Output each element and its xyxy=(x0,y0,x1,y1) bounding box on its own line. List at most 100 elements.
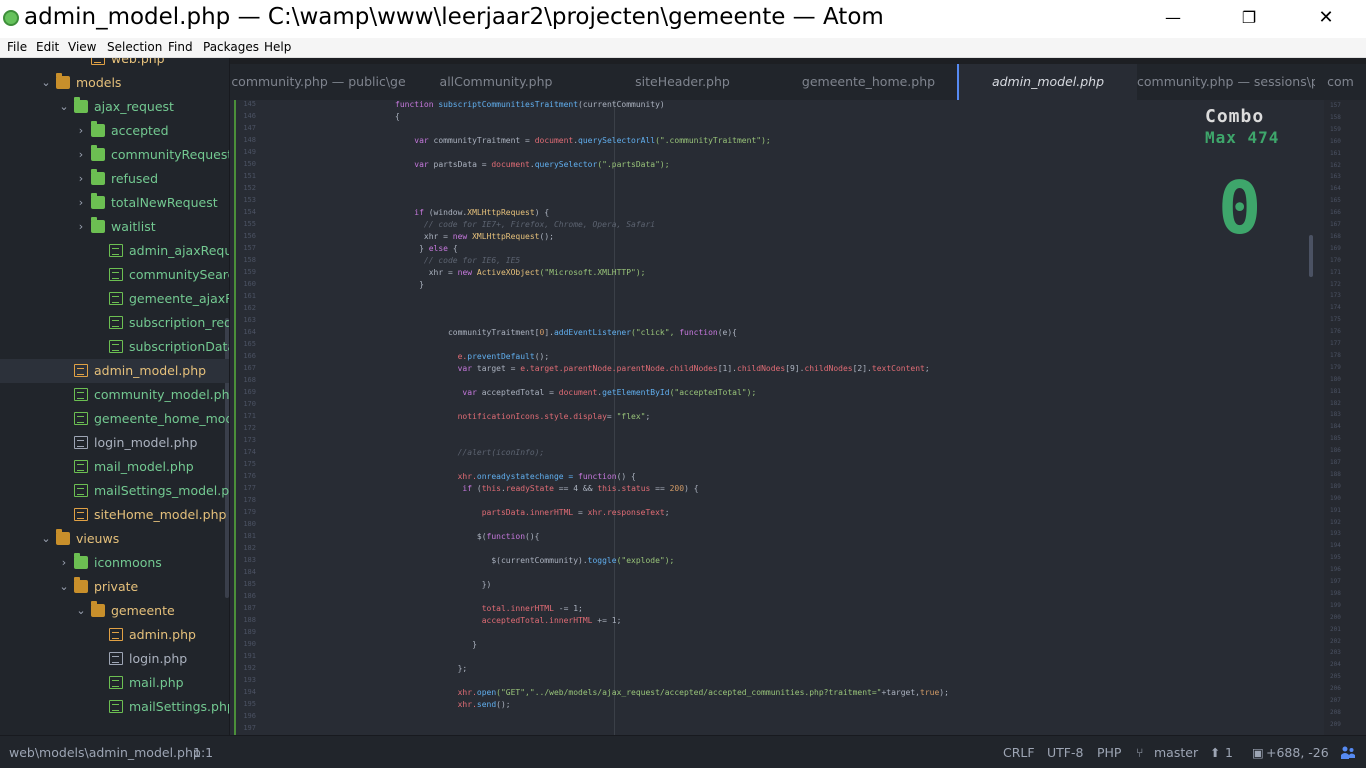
tree-file[interactable]: login_model.php xyxy=(0,431,229,455)
tree-file[interactable]: communitySearch.ph xyxy=(0,263,229,287)
tree-file[interactable]: admin.php xyxy=(0,623,229,647)
tree-file[interactable]: admin_model.php xyxy=(0,359,229,383)
cursor-position[interactable]: 1:1 xyxy=(193,745,213,760)
tree-file[interactable]: mailSettings_model.php xyxy=(0,479,229,503)
line-ending[interactable]: CRLF xyxy=(1003,745,1035,760)
chevron-right-icon[interactable]: › xyxy=(58,551,70,575)
tree-file[interactable]: gemeente_ajaxReque xyxy=(0,287,229,311)
grammar[interactable]: PHP xyxy=(1097,745,1121,760)
editor-tab[interactable]: allCommunity.php xyxy=(407,64,585,100)
line-number: 196 xyxy=(243,712,256,720)
tree-file[interactable]: gemeente_home_model. xyxy=(0,407,229,431)
code-token: ("acceptedTotal"); xyxy=(669,388,757,397)
diff-stats[interactable]: +688, -26 xyxy=(1266,745,1329,760)
editor-tab[interactable]: com xyxy=(1315,64,1366,100)
code-line[interactable]: e.preventDefault(); xyxy=(395,352,550,361)
tree-file[interactable]: web.php xyxy=(0,58,229,71)
chevron-down-icon[interactable]: ⌄ xyxy=(58,95,70,119)
push-count[interactable]: 1 xyxy=(1225,745,1233,760)
chevron-down-icon[interactable]: ⌄ xyxy=(58,575,70,599)
tree-folder[interactable]: › communityRequest xyxy=(0,143,229,167)
menu-view[interactable]: View xyxy=(68,40,96,54)
minimap[interactable]: 157 158 159 160 161 162 163 164 165 166 167 168 169 1… xyxy=(1324,100,1366,735)
chevron-down-icon[interactable]: ⌄ xyxy=(75,599,87,623)
code-line[interactable]: $(currentCommunity).toggle("explode"); xyxy=(395,556,674,565)
editor-tab[interactable]: gemeente_home.php xyxy=(780,64,957,100)
editor-tab[interactable]: admin_model.php xyxy=(957,64,1137,100)
code-line[interactable]: var partsData = document.querySelector("… xyxy=(395,160,669,169)
maximize-button[interactable]: ❐ xyxy=(1226,0,1272,36)
tree-folder[interactable]: › waitlist xyxy=(0,215,229,239)
menu-packages[interactable]: Packages xyxy=(203,40,259,54)
code-line[interactable]: xhr.onreadystatechange = function() { xyxy=(395,472,636,481)
code-line[interactable]: communityTraitment[0].addEventListener("… xyxy=(395,328,737,337)
minimize-button[interactable]: — xyxy=(1150,0,1196,36)
chevron-down-icon[interactable]: ⌄ xyxy=(40,71,52,95)
tree-folder[interactable]: ⌄ vieuws xyxy=(0,527,229,551)
code-line[interactable]: }; xyxy=(395,664,468,673)
code-line[interactable]: //alert(iconInfo); xyxy=(395,448,545,457)
tree-folder[interactable]: › iconmoons xyxy=(0,551,229,575)
tree-file[interactable]: admin_ajaxRequest.js xyxy=(0,239,229,263)
tree-file[interactable]: login.php xyxy=(0,647,229,671)
menu-help[interactable]: Help xyxy=(264,40,291,54)
close-button[interactable]: ✕ xyxy=(1303,0,1349,36)
git-branch[interactable]: master xyxy=(1154,745,1198,760)
tree-item-label: subscriptionData.php xyxy=(129,339,229,354)
code-line[interactable]: notificationIcons.style.display= "flex"; xyxy=(395,412,651,421)
code-line[interactable]: acceptedTotal.innerHTML += 1; xyxy=(395,616,622,625)
menu-selection[interactable]: Selection xyxy=(107,40,162,54)
chevron-right-icon[interactable]: › xyxy=(75,191,87,215)
code-line[interactable]: } xyxy=(395,640,477,649)
code-line[interactable]: xhr.send(); xyxy=(395,700,511,709)
tree-file[interactable]: mailSettings.php xyxy=(0,695,229,719)
tree-folder[interactable]: › refused xyxy=(0,167,229,191)
code-line[interactable]: // code for IE7+, Firefox, Chrome, Opera… xyxy=(395,220,655,229)
tree-file[interactable]: siteHome_model.php xyxy=(0,503,229,527)
editor-tab[interactable]: community.php — public\ge xyxy=(230,64,407,100)
chevron-right-icon[interactable]: › xyxy=(75,215,87,239)
code-line[interactable]: // code for IE6, IE5 xyxy=(395,256,520,265)
tree-folder[interactable]: ⌄ gemeente xyxy=(0,599,229,623)
chevron-right-icon[interactable]: › xyxy=(75,143,87,167)
tree-folder[interactable]: › accepted xyxy=(0,119,229,143)
code-line[interactable]: partsData.innerHTML = xhr.responseText; xyxy=(395,508,670,517)
code-line[interactable]: var communityTraitment = document.queryS… xyxy=(395,136,770,145)
tree-file[interactable]: mail_model.php xyxy=(0,455,229,479)
code-line[interactable]: total.innerHTML -= 1; xyxy=(395,604,583,613)
code-line[interactable]: function subscriptCommunitiesTraitment(c… xyxy=(395,100,665,109)
chevron-right-icon[interactable]: › xyxy=(75,119,87,143)
file-path[interactable]: web\models\admin_model.php xyxy=(9,745,201,760)
file-encoding[interactable]: UTF-8 xyxy=(1047,745,1083,760)
tree-file[interactable]: subscriptionData.php xyxy=(0,335,229,359)
code-line[interactable]: } else { xyxy=(395,244,458,253)
menu-file[interactable]: File xyxy=(7,40,27,54)
tree-file[interactable]: community_model.php xyxy=(0,383,229,407)
tree-folder[interactable]: ⌄ models xyxy=(0,71,229,95)
code-line[interactable]: var acceptedTotal = document.getElementB… xyxy=(395,388,756,397)
tree-folder[interactable]: ⌄ ajax_request xyxy=(0,95,229,119)
code-line[interactable]: xhr.open("GET","../web/models/ajax_reque… xyxy=(395,688,949,697)
code-editor[interactable]: 145 146 147 148 149 150 151 152 153 154 155 156 157 1… xyxy=(230,100,1324,735)
editor-tab[interactable]: community.php — sessions\p xyxy=(1137,64,1315,100)
tree-file[interactable]: subscription_request. xyxy=(0,311,229,335)
code-line[interactable]: { xyxy=(395,112,400,121)
code-line[interactable]: var target = e.target.parentNode.parentN… xyxy=(395,364,930,373)
chevron-down-icon[interactable]: ⌄ xyxy=(40,527,52,551)
menu-find[interactable]: Find xyxy=(168,40,193,54)
editor-scrollbar[interactable] xyxy=(1309,235,1313,277)
code-line[interactable]: xhr = new ActiveXObject("Microsoft.XMLHT… xyxy=(395,268,646,277)
editor-tab[interactable]: siteHeader.php xyxy=(585,64,780,100)
menu-edit[interactable]: Edit xyxy=(36,40,59,54)
code-line[interactable]: $(function(){ xyxy=(395,532,540,541)
code-line[interactable]: if (window.XMLHttpRequest) { xyxy=(395,208,549,217)
code-line[interactable]: xhr = new XMLHttpRequest(); xyxy=(395,232,554,241)
code-line[interactable]: if (this.readyState == 4 && this.status … xyxy=(395,484,698,493)
tree-folder[interactable]: › totalNewRequest xyxy=(0,191,229,215)
tree-file[interactable]: mail.php xyxy=(0,671,229,695)
tree-folder[interactable]: ⌄ private xyxy=(0,575,229,599)
chevron-right-icon[interactable]: › xyxy=(75,167,87,191)
code-line[interactable]: }) xyxy=(395,580,492,589)
github-person-icon[interactable] xyxy=(1340,745,1356,761)
code-line[interactable]: } xyxy=(395,280,424,289)
